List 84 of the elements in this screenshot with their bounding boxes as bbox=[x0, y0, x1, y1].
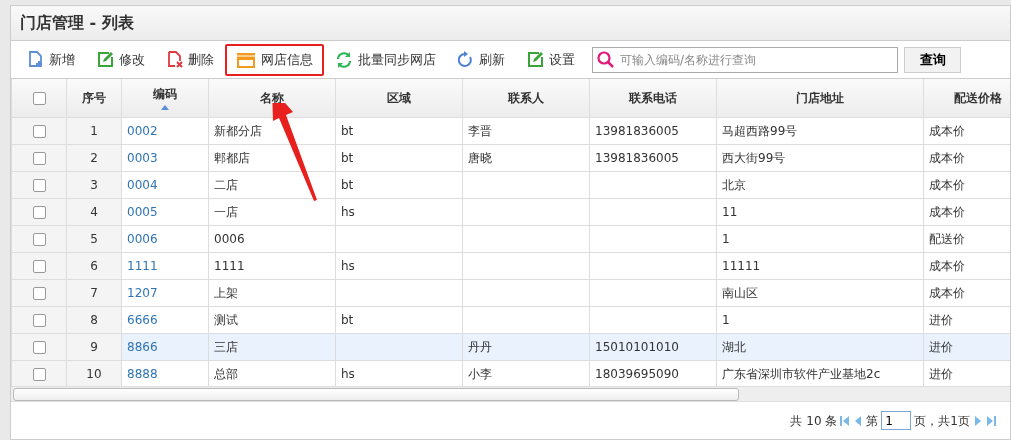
refresh-icon bbox=[458, 51, 474, 68]
search-box[interactable]: 可输入编码/名称进行查询 bbox=[592, 46, 898, 73]
row-checkbox[interactable] bbox=[32, 124, 46, 138]
table-cell: 三店 bbox=[208, 333, 336, 360]
table-cell: hs bbox=[335, 252, 463, 279]
table-cell: 15010101010 bbox=[589, 333, 717, 360]
column-header[interactable]: 联系人 bbox=[508, 90, 544, 105]
table-cell: 西大街99号 bbox=[716, 144, 924, 171]
table-cell: 8866 bbox=[121, 333, 209, 360]
storefront-icon bbox=[236, 51, 256, 68]
row-checkbox[interactable] bbox=[32, 151, 46, 165]
table-cell: bt bbox=[335, 144, 463, 171]
table-cell: 6666 bbox=[121, 306, 209, 333]
table-cell: hs bbox=[335, 198, 463, 225]
previous-page-icon[interactable] bbox=[853, 414, 864, 427]
toolbar-button[interactable]: 刷新 bbox=[447, 43, 516, 76]
table-cell: 0005 bbox=[121, 198, 209, 225]
table-cell: 1 bbox=[716, 306, 924, 333]
row-checkbox[interactable] bbox=[32, 340, 46, 354]
table-cell: 1111 bbox=[208, 252, 336, 279]
column-header[interactable]: 区域 bbox=[387, 90, 411, 105]
row-checkbox[interactable] bbox=[32, 232, 46, 246]
table-cell: 13981836005 bbox=[589, 117, 717, 144]
page-number-field[interactable]: 1 bbox=[881, 411, 912, 430]
document-delete-icon bbox=[167, 51, 183, 68]
document-plus-icon bbox=[28, 51, 44, 68]
table-cell: 0006 bbox=[208, 225, 336, 252]
sync-icon bbox=[335, 50, 353, 69]
table-cell: 1 bbox=[716, 225, 924, 252]
row-checkbox[interactable] bbox=[32, 259, 46, 273]
table-cell: 马超西路99号 bbox=[716, 117, 924, 144]
row-checkbox[interactable] bbox=[32, 367, 46, 381]
table-cell: 13981836005 bbox=[589, 144, 717, 171]
first-page-icon[interactable] bbox=[840, 414, 851, 427]
table-cell: 0004 bbox=[121, 171, 209, 198]
table-cell: 11111 bbox=[716, 252, 924, 279]
table-cell: 0002 bbox=[121, 117, 209, 144]
table-cell: bt bbox=[335, 117, 463, 144]
search-icon bbox=[597, 51, 614, 68]
table-cell: 唐晓 bbox=[462, 144, 590, 171]
table-cell: 一店 bbox=[208, 198, 336, 225]
row-checkbox[interactable] bbox=[32, 313, 46, 327]
edit-icon bbox=[97, 51, 114, 68]
select-all-checkbox[interactable] bbox=[32, 91, 46, 105]
toolbar-button[interactable]: 新增 bbox=[17, 43, 86, 76]
horizontal-scrollbar[interactable] bbox=[11, 386, 1010, 401]
table-cell: 北京 bbox=[716, 171, 924, 198]
column-header[interactable]: 序号 bbox=[82, 90, 106, 105]
page-label: 第 bbox=[866, 412, 879, 430]
row-checkbox[interactable] bbox=[32, 178, 46, 192]
table-cell: 南山区 bbox=[716, 279, 924, 306]
column-header[interactable]: 名称 bbox=[260, 90, 284, 105]
table-cell: 李晋 bbox=[462, 117, 590, 144]
table-cell: 湖北 bbox=[716, 333, 924, 360]
toolbar-button[interactable]: 修改 bbox=[86, 43, 156, 76]
toolbar-button[interactable]: 删除 bbox=[156, 43, 225, 76]
table-cell: 上架 bbox=[208, 279, 336, 306]
last-page-icon[interactable] bbox=[986, 414, 996, 427]
table-cell: 进价 bbox=[923, 333, 1010, 360]
table-cell: 11 bbox=[716, 198, 924, 225]
table-cell: bt bbox=[335, 171, 463, 198]
column-header[interactable]: 门店地址 bbox=[796, 90, 844, 105]
toolbar-button[interactable]: 网店信息 bbox=[225, 43, 324, 76]
table-cell: 1207 bbox=[121, 279, 209, 306]
table-cell: bt bbox=[335, 306, 463, 333]
table-cell: 丹丹 bbox=[462, 333, 590, 360]
table-cell: 1111 bbox=[121, 252, 209, 279]
sort-ascending-icon bbox=[161, 105, 169, 111]
edit-icon bbox=[527, 51, 544, 68]
page-count: 页，共1页 bbox=[914, 412, 970, 430]
toolbar-button[interactable]: 设置 bbox=[516, 43, 586, 76]
scrollbar-thumb[interactable] bbox=[13, 388, 739, 401]
record-count: 共 10 条 bbox=[790, 412, 838, 430]
table-cell: 0006 bbox=[121, 225, 209, 252]
page-title: 门店管理 - 列表 bbox=[20, 12, 134, 34]
column-header[interactable]: 联系电话 bbox=[629, 90, 677, 105]
table-cell: 0003 bbox=[121, 144, 209, 171]
table-cell: 测试 bbox=[208, 306, 336, 333]
next-page-icon[interactable] bbox=[973, 414, 983, 427]
toolbar-button[interactable]: 批量同步网店 bbox=[324, 43, 447, 76]
search-button[interactable]: 查询 bbox=[904, 46, 961, 73]
row-checkbox[interactable] bbox=[32, 286, 46, 300]
column-header[interactable]: 编码 bbox=[153, 87, 177, 102]
row-checkbox[interactable] bbox=[32, 205, 46, 219]
